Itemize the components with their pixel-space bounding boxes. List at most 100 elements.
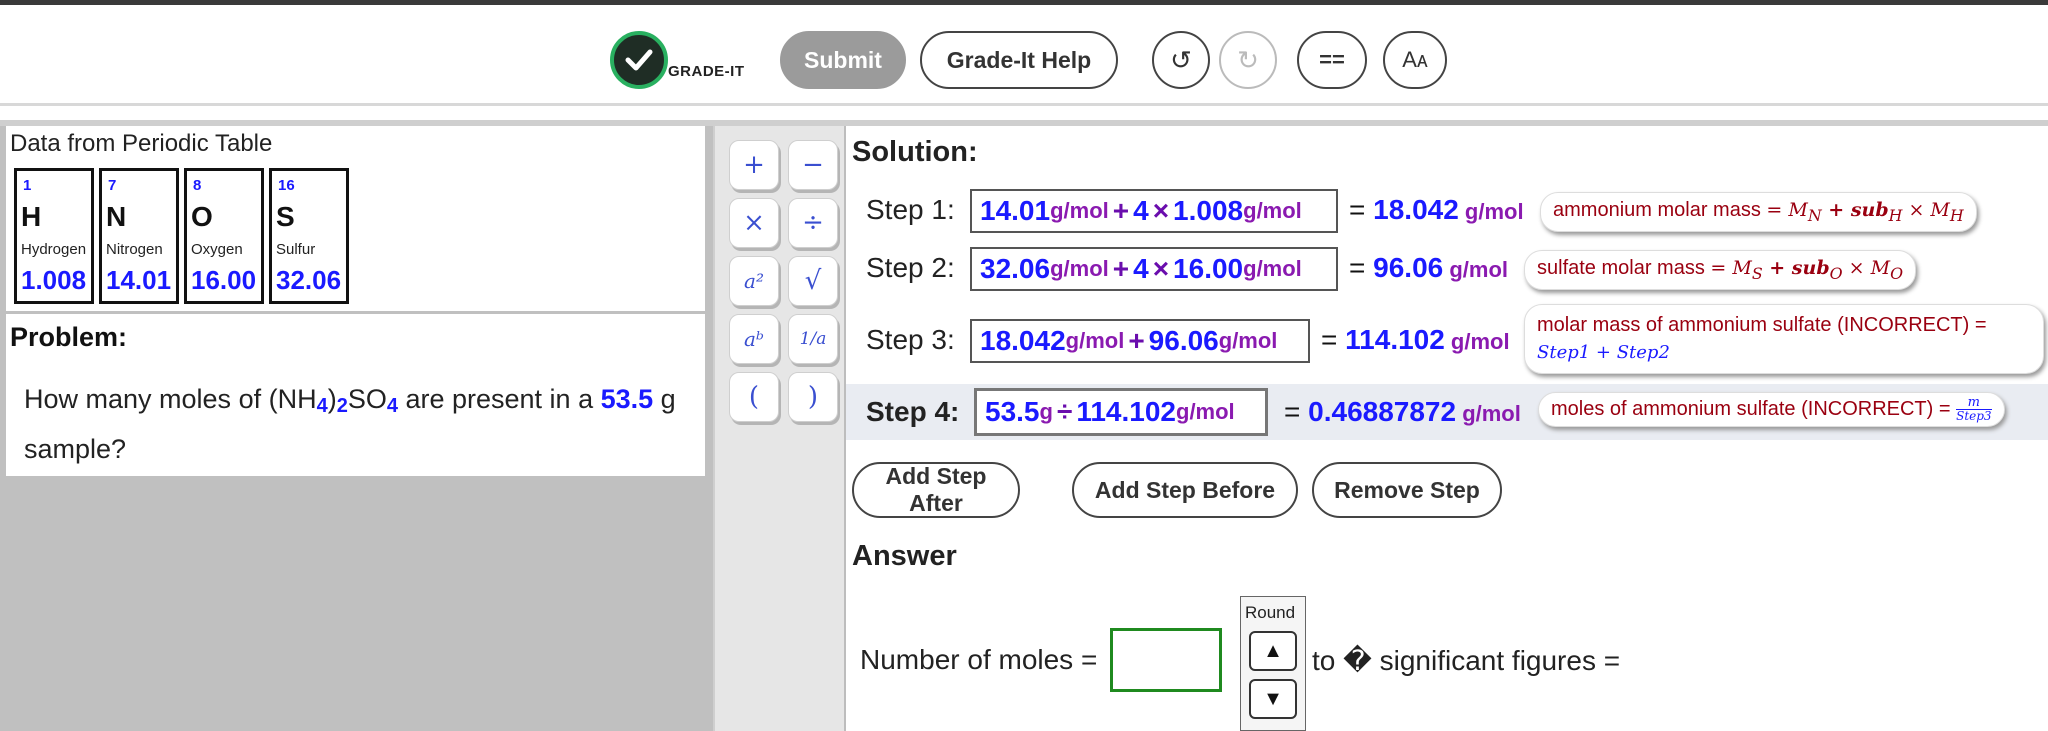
annotation-formula: = MN + subH × MH — [1766, 199, 1963, 225]
step-expression-input[interactable]: 32.06 g/mol +4 × 16.00 g/mol — [970, 247, 1338, 291]
divide-key[interactable]: ÷ — [788, 198, 838, 248]
annotation-text: ammonium molar mass — [1553, 199, 1767, 221]
expression-number: 32.06 — [980, 253, 1051, 284]
step-annotation[interactable]: sulfate molar mass = MS + subO × MO — [1524, 250, 1917, 290]
expression-number: 1.008 — [1173, 195, 1244, 226]
significant-figures-label: to � significant figures = — [1312, 645, 1621, 676]
reciprocal-key[interactable]: 1/a — [788, 314, 838, 364]
equals-sign: = — [1321, 324, 1338, 355]
formula-part: + sub — [1762, 257, 1830, 279]
expression-unit: g/mol — [1243, 256, 1302, 281]
expression-unit: g/mol — [1050, 256, 1109, 281]
round-up-icon[interactable]: ▲ — [1249, 631, 1297, 671]
annotation-text: moles of ammonium sulfate (INCORRECT) = — [1551, 397, 1957, 420]
element-name: Nitrogen — [106, 241, 163, 258]
square-key[interactable]: a² — [729, 256, 779, 306]
add-step-before-button[interactable]: Add Step Before — [1072, 462, 1298, 518]
expression-unit: g/mol — [1176, 399, 1235, 424]
expression-number: 4 — [1133, 253, 1149, 284]
left-paren-key[interactable]: ( — [729, 372, 779, 422]
round-control: Round ▲ ▼ — [1240, 596, 1306, 731]
expression-operator: ÷ — [1056, 396, 1073, 427]
expression-number: 16.00 — [1173, 253, 1244, 284]
power-key[interactable]: aᵇ — [729, 314, 779, 364]
formula-part: × M — [1902, 199, 1950, 221]
font-size-icon[interactable]: Aᴀ — [1383, 31, 1447, 89]
times-key[interactable]: × — [729, 198, 779, 248]
atomic-number: 16 — [278, 177, 295, 194]
result-value: 18.042 — [1373, 194, 1459, 225]
atomic-number: 1 — [23, 177, 32, 194]
number-of-moles-input[interactable] — [1110, 628, 1222, 692]
step-result: = 114.102 g/mol — [1321, 324, 1510, 356]
expression-unit: g/mol — [1218, 328, 1278, 353]
answer-label: Number of moles = — [860, 644, 1098, 675]
answer-title: Answer — [852, 540, 957, 572]
expression-number: 4 — [1133, 195, 1149, 226]
step-label: Step 2: — [866, 252, 955, 283]
header-toolbar: GRADE-IT Submit Grade-It Help ↺ ↻ == Aᴀ — [0, 5, 2048, 105]
annotation-formula: Step1 + Step2 — [1537, 342, 1670, 363]
expression-operator: × — [1152, 195, 1170, 226]
step-expression-input[interactable]: 18.042 g/mol +96.06 g/mol — [970, 319, 1310, 363]
equivalence-button[interactable]: == — [1297, 31, 1367, 89]
right-paren-key[interactable]: ) — [788, 372, 838, 422]
grade-it-logo: GRADE-IT — [610, 29, 750, 91]
problem-title: Problem: — [10, 322, 128, 352]
annotation-text: molar mass of ammonium sulfate (INCORREC… — [1537, 314, 1987, 336]
expression-operator: + — [1128, 325, 1145, 356]
element-symbol: H — [21, 201, 42, 232]
math-keypad: + − × ÷ a² √ aᵇ 1/a ( ) — [713, 126, 846, 731]
solution-title: Solution: — [852, 136, 978, 168]
minus-key[interactable]: − — [788, 140, 838, 190]
submit-button[interactable]: Submit — [780, 31, 906, 89]
step-label: Step 3: — [866, 324, 955, 355]
plus-key[interactable]: + — [729, 140, 779, 190]
round-label: Round — [1245, 603, 1296, 622]
step-annotation[interactable]: ammonium molar mass = MN + subH × MH — [1540, 192, 1977, 232]
checkmark-icon — [610, 31, 668, 89]
annotation-text: sulfate molar mass — [1537, 257, 1711, 279]
expression-operator: + — [1112, 195, 1130, 226]
atomic-mass: 1.008 — [21, 265, 87, 295]
left-panel: Data from Periodic Table 1 H Hydrogen 1.… — [0, 126, 713, 731]
step-expression-input[interactable]: 53.5 g ÷ 114.102 g/mol — [974, 388, 1268, 436]
formula-part: + sub — [1821, 199, 1889, 221]
redo-icon[interactable]: ↻ — [1219, 31, 1277, 89]
step-label: Step 1: — [866, 194, 955, 225]
result-value: 114.102 — [1345, 324, 1445, 355]
step-annotation[interactable]: moles of ammonium sulfate (INCORRECT) = … — [1538, 392, 2005, 427]
problem-text-part: are present in a — [397, 384, 601, 414]
element-card-hydrogen: 1 H Hydrogen 1.008 — [14, 168, 94, 304]
result-unit: g/mol — [1456, 401, 1521, 426]
expression-unit: g/mol — [1050, 198, 1109, 223]
formula-sub: O — [1890, 263, 1904, 283]
add-step-after-button[interactable]: Add Step After — [852, 462, 1020, 518]
step-expression-input[interactable]: 14.01 g/mol +4 × 1.008 g/mol — [970, 189, 1338, 233]
round-down-icon[interactable]: ▼ — [1249, 679, 1297, 719]
sqrt-key[interactable]: √ — [788, 256, 838, 306]
annotation-formula: = MS + subO × MO — [1710, 257, 1903, 283]
expression-operator: + — [1112, 253, 1130, 284]
step-result: = 18.042 g/mol — [1349, 194, 1524, 226]
periodic-table-title: Data from Periodic Table — [10, 130, 273, 157]
sample-mass-value: 53.5 — [600, 384, 654, 414]
step-row-2: Step 2: 32.06 g/mol +4 × 16.00 g/mol = 96.… — [846, 238, 2048, 300]
expression-number: 114.102 — [1076, 396, 1176, 427]
grade-it-help-button[interactable]: Grade-It Help — [920, 31, 1118, 89]
remove-step-button[interactable]: Remove Step — [1312, 462, 1502, 518]
expression-operator: × — [1152, 253, 1170, 284]
fraction-denominator: Step3 — [1956, 409, 1992, 423]
expression-number: 18.042 — [980, 325, 1066, 356]
step-row-4: Step 4: 53.5 g ÷ 114.102 g/mol = 0.468878… — [846, 384, 2048, 440]
formula-sub: O — [1829, 263, 1843, 283]
element-card-nitrogen: 7 N Nitrogen 14.01 — [99, 168, 179, 304]
result-unit: g/mol — [1458, 199, 1524, 224]
formula-sub: H — [1888, 205, 1903, 225]
step-annotation[interactable]: molar mass of ammonium sulfate (INCORREC… — [1524, 304, 2044, 374]
formula-sub: S — [1751, 263, 1763, 283]
element-symbol: S — [276, 201, 295, 232]
problem-text-part: SO — [347, 384, 387, 414]
element-name: Hydrogen — [21, 241, 87, 258]
undo-icon[interactable]: ↺ — [1152, 31, 1210, 89]
